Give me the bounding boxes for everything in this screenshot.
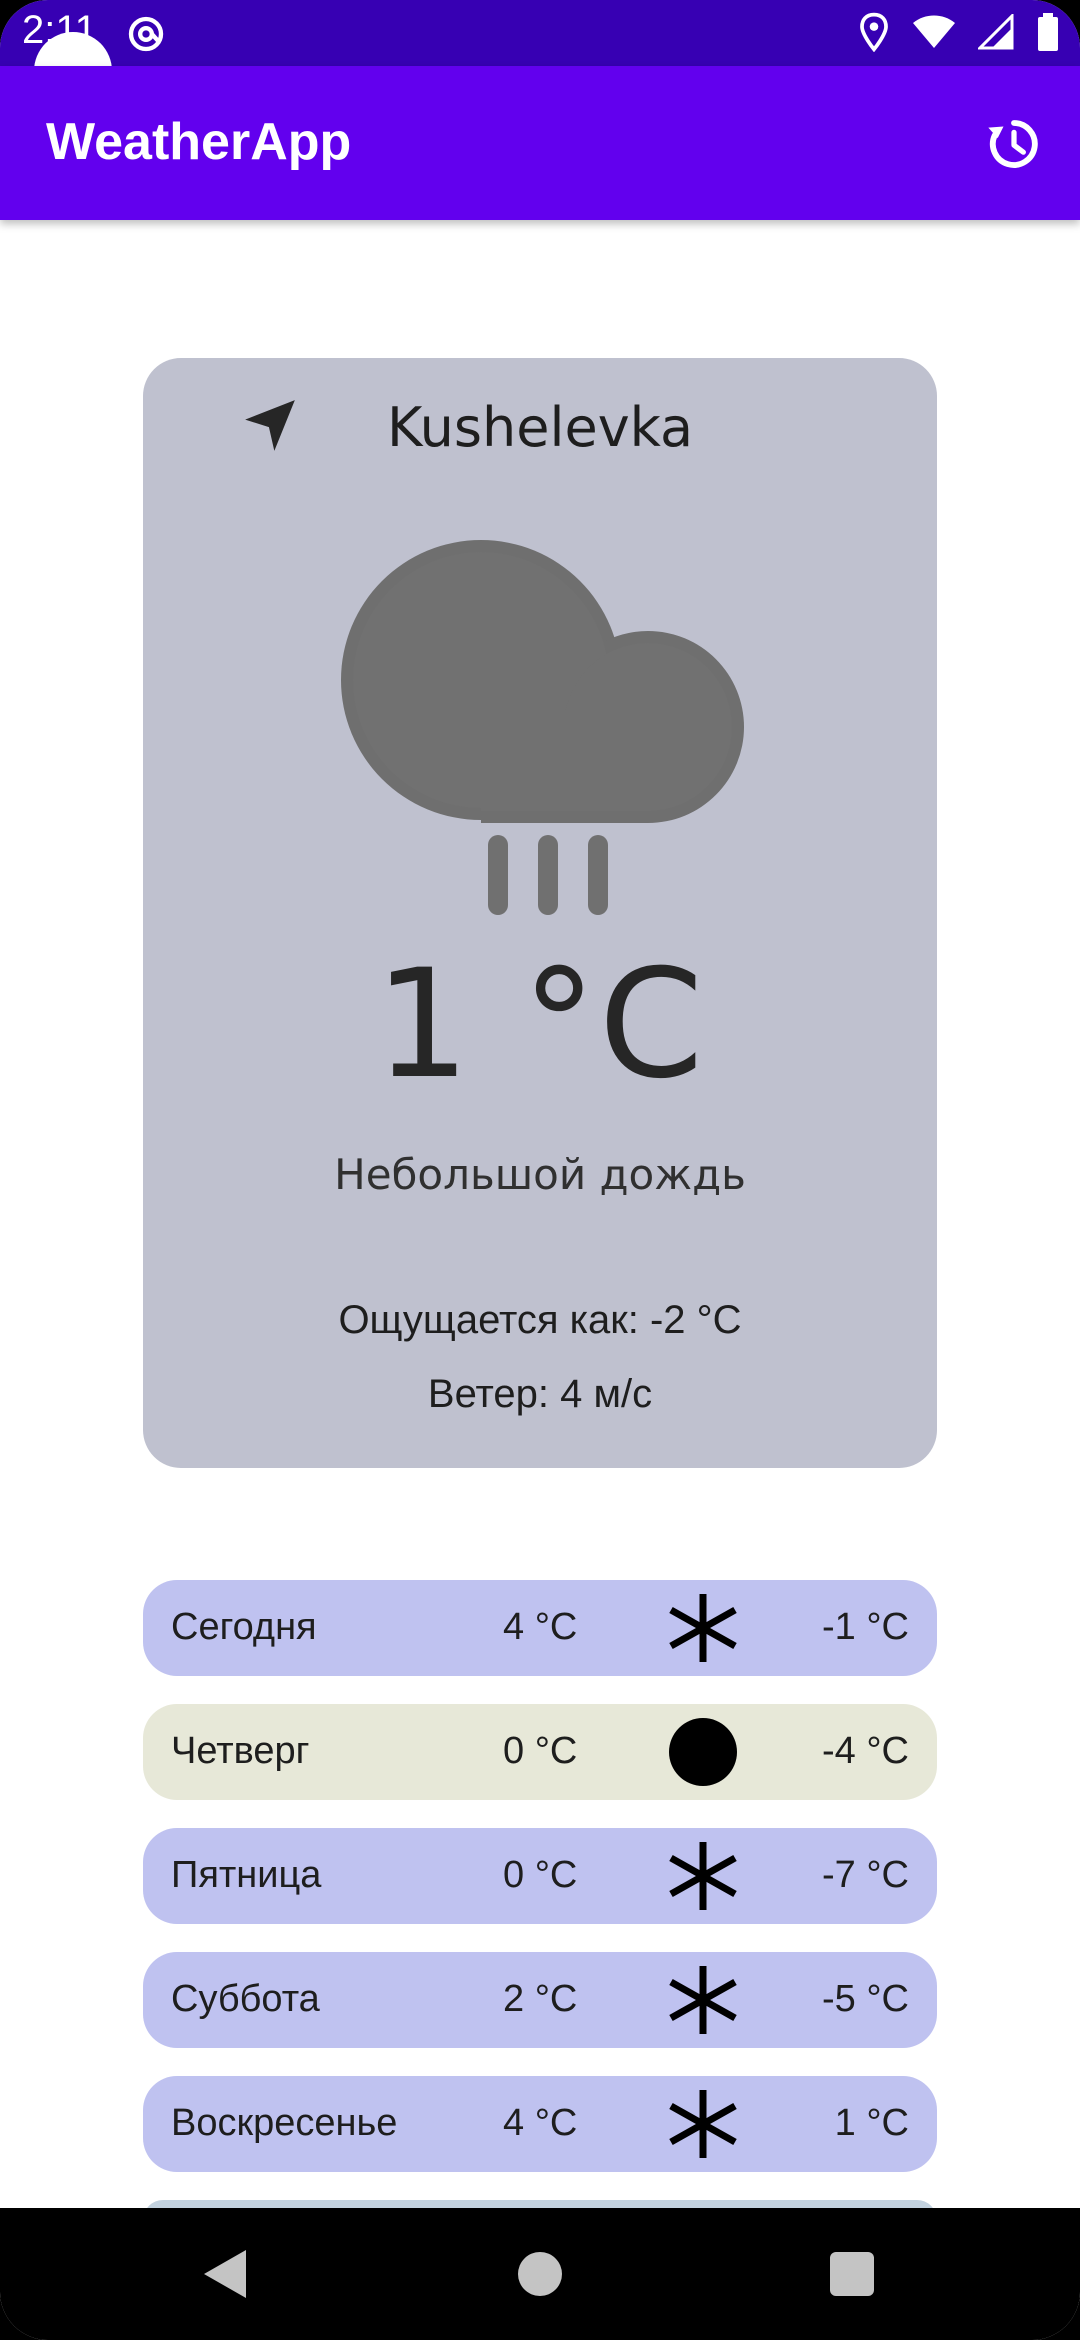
status-icons [858,12,1060,52]
navigation-bar [0,2208,1080,2340]
status-bar: 2:11 [0,0,1080,110]
full-moon-icon [669,1718,737,1786]
forecast-row-sunday[interactable]: Воскресенье 4 °C 1 °C [143,2076,937,2172]
app-bar: WeatherApp [0,66,1080,220]
home-icon[interactable] [518,2252,562,2296]
snowflake-icon [669,1842,737,1910]
back-icon[interactable] [200,2248,250,2300]
forecast-row-friday[interactable]: Пятница 0 °C -7 °C [143,1828,937,1924]
forecast-high: 4 °C [503,2102,578,2144]
snowflake-icon [669,1594,737,1662]
snowflake-icon [669,1966,737,2034]
at-icon [128,16,164,52]
wind-speed: Ветер: 4 м/с [427,1372,653,1416]
forecast-day: Пятница [171,1854,322,1896]
forecast-row-thursday[interactable]: Четверг 0 °C -4 °C [143,1704,937,1800]
forecast-day: Суббота [171,1978,320,2020]
forecast-high: 0 °C [503,1730,578,1772]
forecast-low: -5 °C [822,1978,909,2020]
forecast-list: Сегодня 4 °C -1 °C Четверг 0 °C -4 °C Пя… [143,1580,937,2268]
rain-cloud-icon [341,540,744,915]
app-title: WeatherApp [46,113,352,171]
recents-icon[interactable] [830,2252,874,2296]
feels-like: Ощущается как: -2 °C [338,1298,742,1342]
city-name: Kushelevka [386,396,694,459]
forecast-high: 0 °C [503,1854,578,1896]
forecast-day: Воскресенье [171,2102,398,2144]
forecast-low: -4 °C [822,1730,909,1772]
forecast-low: -7 °C [822,1854,909,1896]
forecast-high: 4 °C [503,1606,578,1648]
signal-icon [978,14,1014,50]
current-weather-card: Kushelevka 1 °C Небольшой дождь Ощущаетс… [143,358,937,1468]
refresh-history-icon[interactable] [986,116,1042,172]
forecast-low: 1 °C [834,2102,909,2144]
forecast-day: Четверг [171,1730,310,1772]
battery-icon [1038,13,1058,51]
forecast-day: Сегодня [171,1606,317,1648]
forecast-row-today[interactable]: Сегодня 4 °C -1 °C [143,1580,937,1676]
location-pin-icon [860,12,888,52]
screen: 2:11 WeatherApp Kushelevka 1 °C Небольшо… [0,0,1080,2340]
forecast-high: 2 °C [503,1978,578,2020]
wifi-icon [913,15,955,48]
forecast-low: -1 °C [822,1606,909,1648]
current-temperature: 1 °C [374,938,706,1112]
forecast-row-saturday[interactable]: Суббота 2 °C -5 °C [143,1952,937,2048]
snowflake-icon [669,2090,737,2158]
weather-description: Небольшой дождь [334,1150,746,1199]
